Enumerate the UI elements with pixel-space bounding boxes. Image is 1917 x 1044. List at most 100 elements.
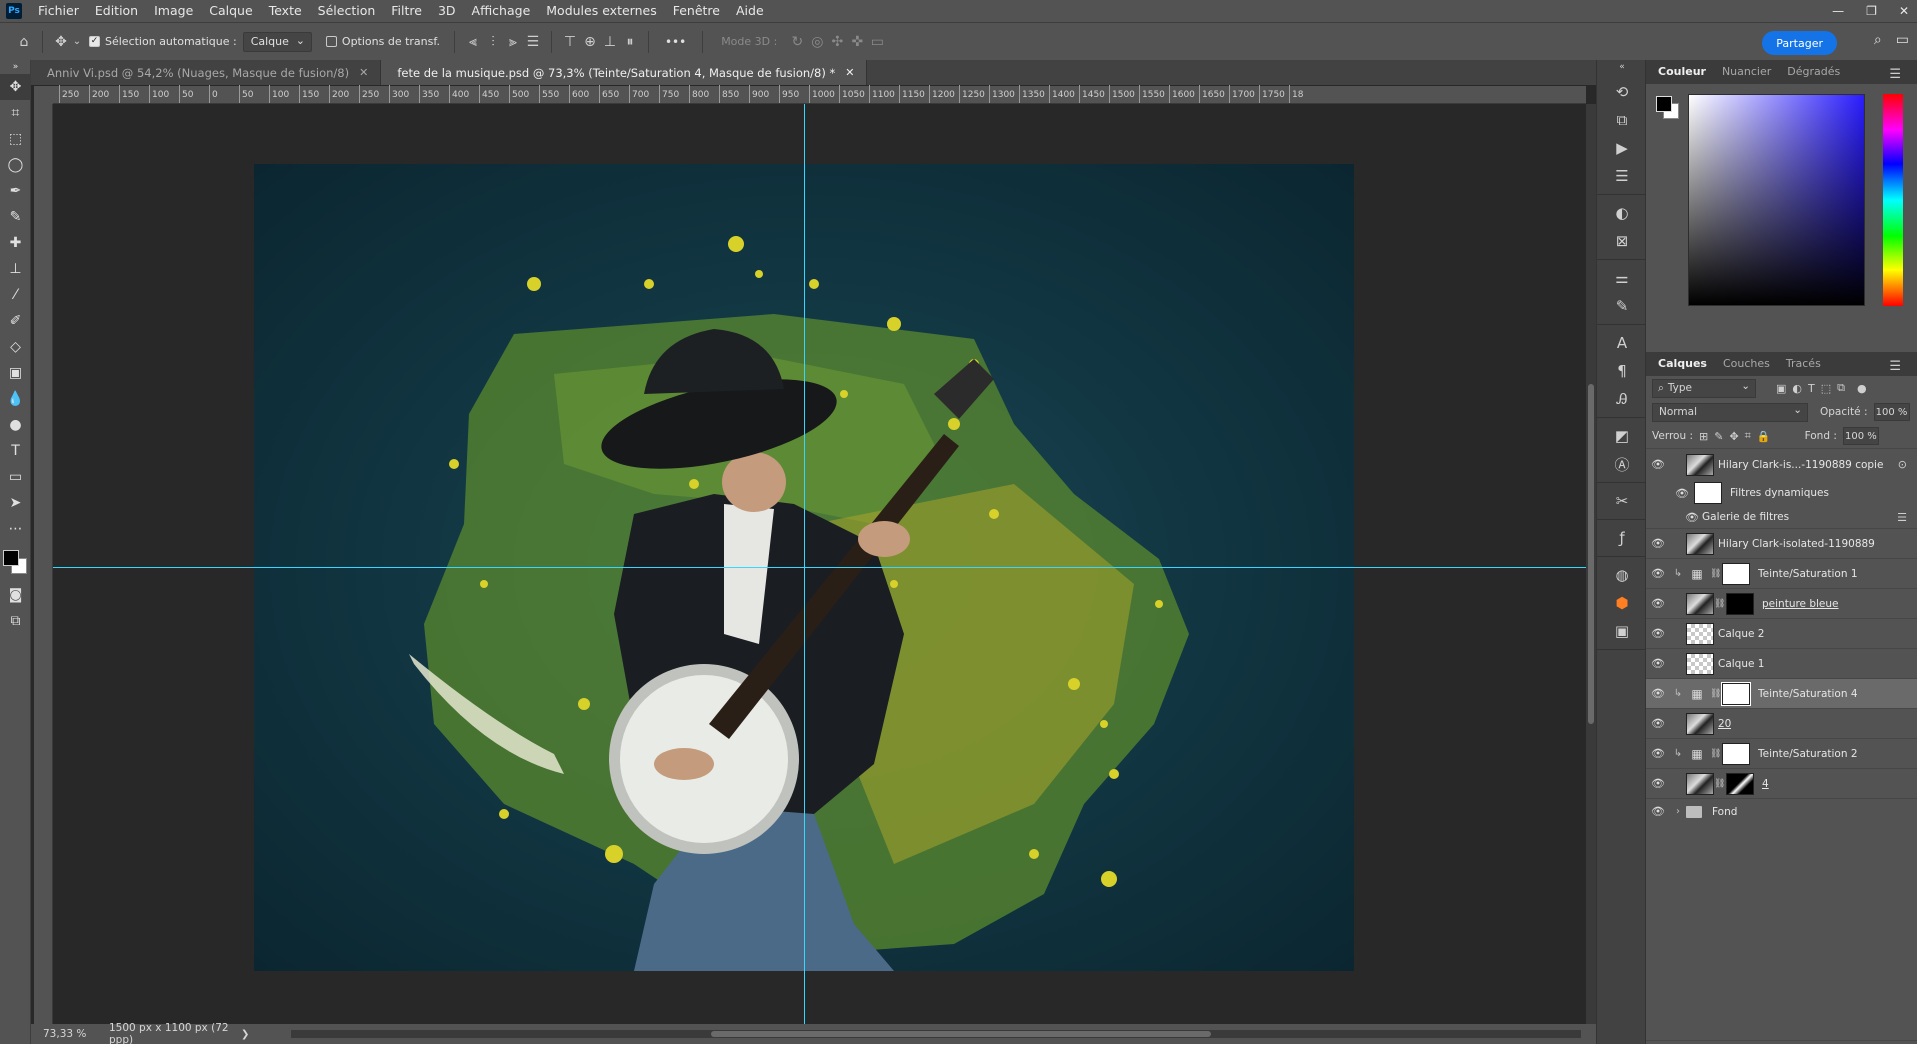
glyphs-icon[interactable]: Ꭿ bbox=[1597, 385, 1647, 413]
link-icon[interactable]: ⛓ bbox=[1714, 599, 1725, 609]
align-left-icon[interactable]: ⫷ bbox=[463, 32, 483, 52]
tab-couches[interactable]: Couches bbox=[1715, 352, 1778, 376]
horizontal-guide[interactable] bbox=[53, 567, 1586, 568]
close-icon[interactable]: ✕ bbox=[359, 66, 368, 79]
minimize-icon[interactable]: — bbox=[1832, 4, 1844, 18]
eye-icon[interactable]: 👁 bbox=[1646, 657, 1670, 670]
layer-name[interactable]: 20 bbox=[1718, 718, 1731, 730]
more-options-button[interactable]: ••• bbox=[665, 35, 686, 49]
move-tool-icon[interactable]: ✥ bbox=[0, 74, 31, 100]
layer-row[interactable]: 👁 ⛓ 4 bbox=[1646, 768, 1917, 798]
collapse-icon[interactable]: « bbox=[1597, 60, 1647, 74]
opacity-input[interactable]: 100 % bbox=[1873, 403, 1910, 421]
link-icon[interactable]: ⛓ bbox=[1710, 569, 1721, 579]
close-icon[interactable]: ✕ bbox=[1899, 4, 1909, 18]
actions-icon[interactable]: ▶ bbox=[1597, 134, 1647, 162]
menu-texte[interactable]: Texte bbox=[261, 0, 310, 22]
tab-traces[interactable]: Tracés bbox=[1778, 352, 1829, 376]
eyedropper-tool-icon[interactable]: ⁄ bbox=[0, 282, 31, 308]
blur-tool-icon[interactable]: 💧 bbox=[0, 386, 31, 412]
menu-calque[interactable]: Calque bbox=[201, 0, 260, 22]
slide-3d-icon[interactable]: ✜ bbox=[847, 32, 867, 52]
workspace-icon[interactable]: ▭ bbox=[1896, 32, 1909, 48]
align-middle-icon[interactable]: ⊕ bbox=[580, 32, 600, 52]
marquee-tool-icon[interactable]: ⬚ bbox=[0, 126, 31, 152]
brush-tool-icon[interactable]: ✐ bbox=[0, 308, 31, 334]
hue-slider[interactable] bbox=[1883, 94, 1903, 306]
scrollbar-thumb[interactable] bbox=[1588, 384, 1594, 724]
layer-name[interactable]: Filtres dynamiques bbox=[1730, 487, 1829, 499]
link-icon[interactable]: ⛓ bbox=[1710, 749, 1721, 759]
plugin-icon[interactable]: ⬢ bbox=[1597, 589, 1647, 617]
color-swatches[interactable] bbox=[0, 542, 31, 582]
paragraph-icon[interactable]: ¶ bbox=[1597, 357, 1647, 385]
lock-pixels-icon[interactable]: ✎ bbox=[1714, 430, 1723, 443]
layer-row-selected[interactable]: 👁 ↳ ▦ ⛓ Teinte/Saturation 4 bbox=[1646, 678, 1917, 708]
layer-name[interactable]: Hilary Clark-isolated-1190889 bbox=[1718, 538, 1875, 550]
layer-name[interactable]: Teinte/Saturation 2 bbox=[1758, 748, 1858, 760]
layer-name[interactable]: peinture bleue bbox=[1762, 598, 1839, 610]
filter-pixel-icon[interactable]: ▣ bbox=[1776, 382, 1786, 395]
eye-icon[interactable]: 👁 bbox=[1646, 687, 1670, 700]
eye-icon[interactable]: 👁 bbox=[1646, 777, 1670, 790]
auto-select-target-dropdown[interactable]: Calque bbox=[242, 31, 312, 52]
eye-icon[interactable]: 👁 bbox=[1646, 717, 1670, 730]
canvas-area[interactable] bbox=[53, 104, 1586, 1024]
layer-row[interactable]: 👁 Hilary Clark-isolated-1190889 bbox=[1646, 528, 1917, 558]
orbit-3d-icon[interactable]: ↻ bbox=[787, 32, 807, 52]
layer-row[interactable]: 👁 ↳ ▦ ⛓ Teinte/Saturation 2 bbox=[1646, 738, 1917, 768]
eye-icon[interactable]: 👁 bbox=[1646, 567, 1670, 580]
eye-icon[interactable]: 👁 bbox=[1646, 805, 1670, 818]
roll-3d-icon[interactable]: ◎ bbox=[807, 32, 827, 52]
quick-mask-icon[interactable]: ◙ bbox=[0, 582, 31, 608]
lock-position-icon[interactable]: ✥ bbox=[1729, 430, 1738, 443]
layer-mask-thumbnail[interactable] bbox=[1722, 742, 1750, 765]
transform-options-checkbox[interactable]: Options de transf. bbox=[325, 35, 440, 48]
layer-row[interactable]: 👁 Hilary Clark-is...-1190889 copie ⊙ bbox=[1646, 448, 1917, 480]
eye-icon[interactable]: 👁 bbox=[1646, 627, 1670, 640]
healing-brush-tool-icon[interactable]: ✚ bbox=[0, 230, 31, 256]
path-selection-tool-icon[interactable]: ➤ bbox=[0, 490, 31, 516]
adjustments-icon[interactable]: ◐ bbox=[1597, 199, 1647, 227]
layer-name[interactable]: Hilary Clark-is...-1190889 copie bbox=[1718, 459, 1883, 471]
eye-icon[interactable]: 👁 bbox=[1646, 597, 1670, 610]
eye-icon[interactable]: 👁 bbox=[1646, 537, 1670, 550]
layer-name[interactable]: Teinte/Saturation 4 bbox=[1758, 688, 1858, 700]
pen-tool-icon[interactable]: ✒ bbox=[0, 178, 31, 204]
menu-fenetre[interactable]: Fenêtre bbox=[665, 0, 728, 22]
filter-shape-icon[interactable]: ⬚ bbox=[1821, 382, 1831, 395]
tab-nuancier[interactable]: Nuancier bbox=[1714, 60, 1779, 84]
menu-selection[interactable]: Sélection bbox=[310, 0, 384, 22]
layer-row[interactable]: 👁 Calque 2 bbox=[1646, 618, 1917, 648]
menu-aide[interactable]: Aide bbox=[728, 0, 772, 22]
horizontal-scrollbar[interactable] bbox=[291, 1030, 1581, 1038]
layer-row[interactable]: 👁 Filtres dynamiques bbox=[1646, 480, 1917, 506]
filter-options-icon[interactable]: ☰ bbox=[1897, 511, 1907, 524]
tab-anniv-vi[interactable]: Anniv Vi.psd @ 54,2% (Nuages, Masque de … bbox=[31, 60, 382, 85]
chevron-right-icon[interactable]: › bbox=[1670, 806, 1686, 817]
status-menu-icon[interactable]: ❯ bbox=[241, 1029, 249, 1040]
styles-icon[interactable]: ⊠ bbox=[1597, 227, 1647, 255]
share-button[interactable]: Partager bbox=[1762, 31, 1837, 55]
restore-icon[interactable]: ❐ bbox=[1866, 4, 1877, 18]
vertical-scrollbar[interactable] bbox=[1586, 104, 1596, 1024]
align-center-icon[interactable]: ⫶ bbox=[483, 32, 503, 52]
brushes-icon[interactable]: ✎ bbox=[1597, 292, 1647, 320]
lock-transparency-icon[interactable]: ⊞ bbox=[1699, 430, 1708, 443]
eye-icon[interactable]: 👁 bbox=[1646, 458, 1670, 471]
align-bottom-icon[interactable]: ⊥ bbox=[600, 32, 620, 52]
close-icon[interactable]: ✕ bbox=[845, 66, 854, 79]
layer-name[interactable]: Fond bbox=[1712, 806, 1737, 818]
layer-name[interactable]: 4 bbox=[1762, 778, 1769, 790]
layer-mask-thumbnail[interactable] bbox=[1722, 562, 1750, 585]
check-icon[interactable]: ✓ bbox=[89, 36, 100, 47]
navigator-icon[interactable]: ◍ bbox=[1597, 561, 1647, 589]
eye-icon[interactable]: 👁 bbox=[1646, 747, 1670, 760]
menu-image[interactable]: Image bbox=[146, 0, 201, 22]
character-icon[interactable]: A bbox=[1597, 329, 1647, 357]
collapse-icon[interactable]: » bbox=[0, 60, 31, 74]
lasso-tool-icon[interactable]: ◯ bbox=[0, 152, 31, 178]
menu-modules-externes[interactable]: Modules externes bbox=[538, 0, 664, 22]
vertical-ruler[interactable] bbox=[34, 104, 53, 1024]
eye-icon[interactable]: 👁 bbox=[1682, 511, 1702, 524]
